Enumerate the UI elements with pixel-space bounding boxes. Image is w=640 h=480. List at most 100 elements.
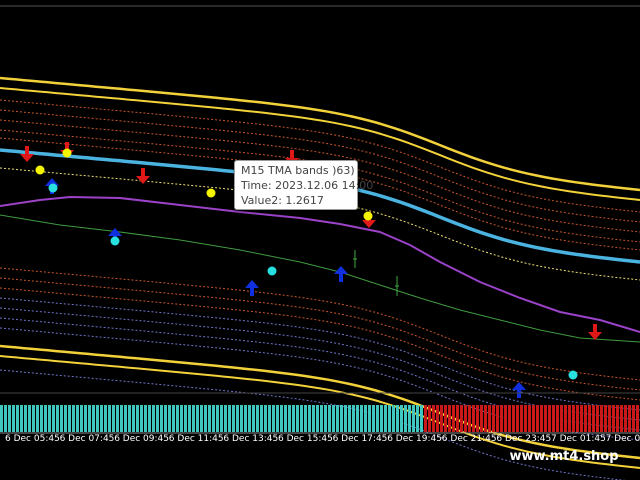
histogram-bar xyxy=(568,405,571,432)
histogram-bar xyxy=(588,405,591,432)
histogram-bar xyxy=(124,405,127,432)
histogram-bar xyxy=(500,405,503,432)
histogram-bar xyxy=(420,405,423,432)
histogram-bar xyxy=(268,405,271,432)
histogram-bar xyxy=(372,405,375,432)
cyan-dot-1 xyxy=(110,236,120,246)
histogram-bar xyxy=(208,405,211,432)
histogram-bar xyxy=(456,405,459,432)
histogram-bar xyxy=(280,405,283,432)
histogram-bar xyxy=(488,405,491,432)
price-chart[interactable] xyxy=(0,0,640,480)
histogram-bar xyxy=(100,405,103,432)
histogram-bar xyxy=(424,405,427,432)
histogram-bar xyxy=(464,405,467,432)
indicator-tooltip: M15 TMA bands )63) Time: 2023.12.06 14:0… xyxy=(234,160,374,210)
histogram-bar xyxy=(312,405,315,432)
histogram-bar xyxy=(460,405,463,432)
histogram-bar xyxy=(60,405,63,432)
time-tick-label: 6 Dec 11:45 xyxy=(168,434,224,444)
histogram-bar xyxy=(344,405,347,432)
histogram-bar xyxy=(540,405,543,432)
histogram-bar xyxy=(4,405,7,432)
time-tick-label: 7 Dec 03 xyxy=(605,434,640,444)
histogram-bar xyxy=(580,405,583,432)
histogram-bar xyxy=(104,405,107,432)
histogram-bar xyxy=(608,405,611,432)
histogram-bar xyxy=(628,405,631,432)
histogram-bar xyxy=(352,405,355,432)
histogram-bar xyxy=(284,405,287,432)
histogram-bar xyxy=(360,405,363,432)
time-tick-label: 6 Dec 17:45 xyxy=(332,434,388,444)
histogram-bar xyxy=(256,405,259,432)
histogram-bar xyxy=(44,405,47,432)
histogram-bar xyxy=(536,405,539,432)
histogram-bar xyxy=(472,405,475,432)
histogram-bar xyxy=(80,405,83,432)
histogram-bar xyxy=(516,405,519,432)
histogram-bar xyxy=(116,405,119,432)
cyan-dot-0 xyxy=(48,183,58,193)
histogram-bar xyxy=(52,405,55,432)
histogram-bar xyxy=(496,405,499,432)
histogram-bar xyxy=(408,405,411,432)
histogram-bar xyxy=(32,405,35,432)
yellow-dot-1 xyxy=(62,148,72,158)
histogram-bar xyxy=(560,405,563,432)
histogram-bar xyxy=(600,405,603,432)
histogram-bar xyxy=(20,405,23,432)
histogram-bar xyxy=(404,405,407,432)
histogram-bar xyxy=(84,405,87,432)
histogram-bar xyxy=(252,405,255,432)
histogram-bar xyxy=(384,405,387,432)
histogram-bar xyxy=(380,405,383,432)
histogram-bar xyxy=(632,405,635,432)
histogram-bar xyxy=(236,405,239,432)
histogram-bar xyxy=(216,405,219,432)
histogram-bar xyxy=(572,405,575,432)
histogram-bar xyxy=(8,405,11,432)
histogram-bar xyxy=(88,405,91,432)
histogram-bar xyxy=(616,405,619,432)
histogram-bar xyxy=(300,405,303,432)
histogram-bar xyxy=(556,405,559,432)
time-tick-label: 7 Dec 01:45 xyxy=(551,434,606,444)
time-tick-label: 6 Dec 05:45 xyxy=(5,434,60,444)
histogram-bar xyxy=(576,405,579,432)
tooltip-time: Time: 2023.12.06 14:00 xyxy=(241,179,374,192)
tooltip-title: M15 TMA bands )63) xyxy=(241,164,355,177)
histogram-bar xyxy=(528,405,531,432)
histogram-bar xyxy=(136,405,139,432)
time-tick-label: 6 Dec 21:45 xyxy=(441,434,497,444)
histogram-bar xyxy=(296,405,299,432)
histogram-bar xyxy=(112,405,115,432)
histogram-bar xyxy=(548,405,551,432)
histogram-bar xyxy=(348,405,351,432)
histogram-bar xyxy=(388,405,391,432)
histogram-bar xyxy=(36,405,39,432)
histogram-bar xyxy=(416,405,419,432)
histogram-bar xyxy=(484,405,487,432)
histogram-bar xyxy=(272,405,275,432)
histogram-bar xyxy=(240,405,243,432)
histogram-bar xyxy=(28,405,31,432)
histogram-bar xyxy=(304,405,307,432)
histogram-bar xyxy=(68,405,71,432)
histogram-bar xyxy=(524,405,527,432)
histogram-bar xyxy=(152,405,155,432)
histogram-bar xyxy=(332,405,335,432)
histogram-bar xyxy=(396,405,399,432)
histogram-bar xyxy=(140,405,143,432)
histogram-bar xyxy=(228,405,231,432)
histogram-bar xyxy=(428,405,431,432)
histogram-bar xyxy=(156,405,159,432)
histogram-bar xyxy=(128,405,131,432)
time-tick-label: 6 Dec 19:45 xyxy=(387,434,442,444)
histogram-bar xyxy=(196,405,199,432)
histogram-bar xyxy=(96,405,99,432)
histogram-bar xyxy=(200,405,203,432)
histogram-bar xyxy=(624,405,627,432)
histogram-bar xyxy=(440,405,443,432)
histogram-bar xyxy=(444,405,447,432)
